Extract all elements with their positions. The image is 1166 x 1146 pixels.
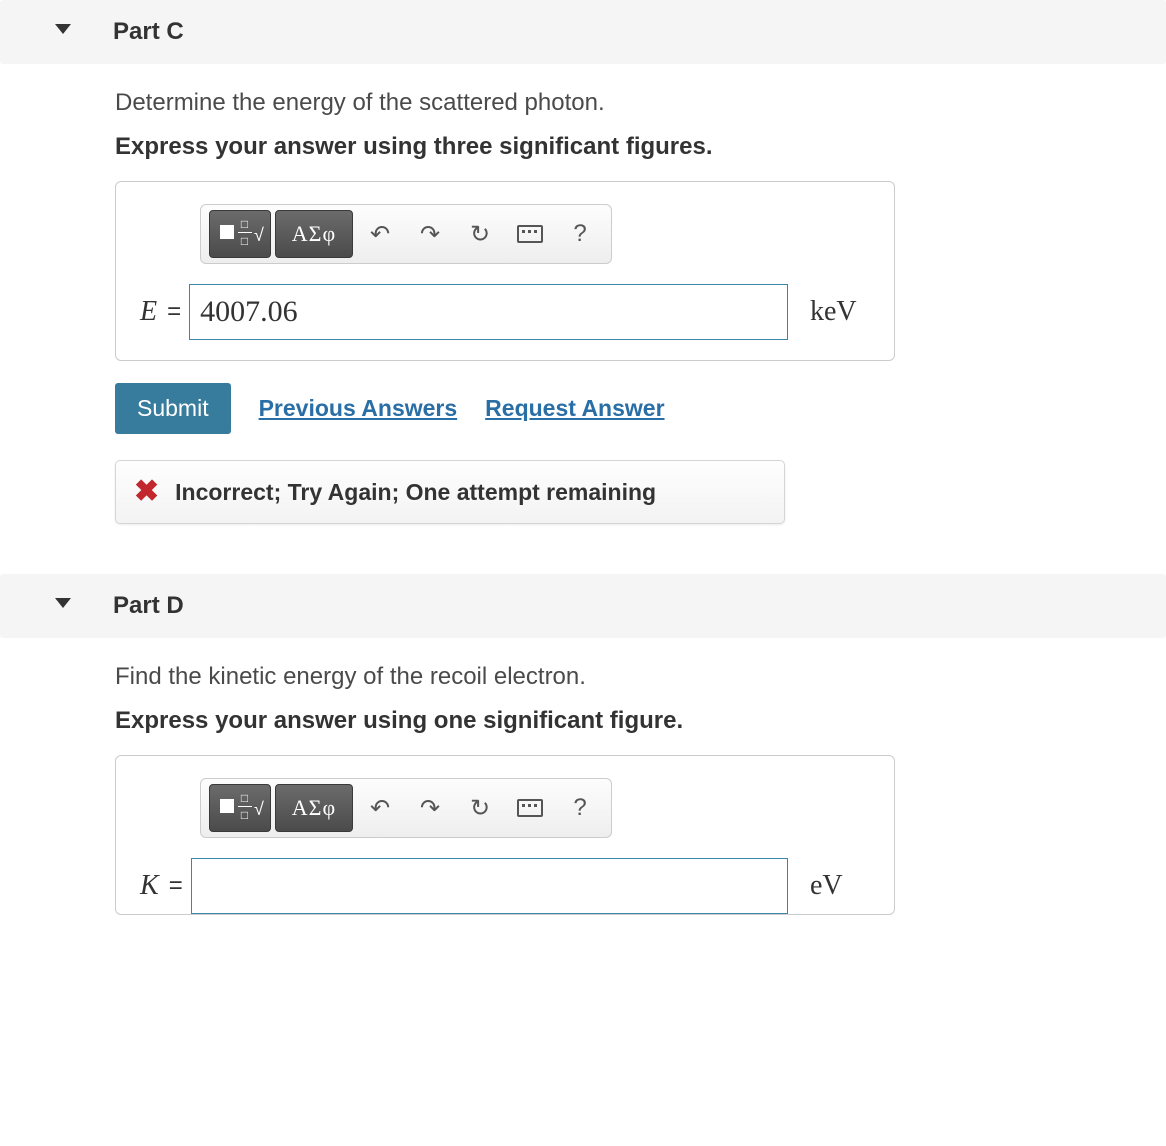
redo-button[interactable]: ↷: [407, 210, 453, 258]
caret-down-icon: [55, 598, 71, 608]
part-c-title: Part C: [113, 18, 184, 45]
part-d-instruction: Express your answer using one significan…: [115, 707, 1111, 735]
reset-icon: ↻: [470, 220, 490, 249]
incorrect-icon: ✖: [134, 477, 159, 507]
greek-button[interactable]: ΑΣφ: [275, 210, 353, 258]
part-c: Part C Determine the energy of the scatt…: [0, 0, 1166, 554]
keyboard-button[interactable]: [507, 210, 553, 258]
help-button[interactable]: ?: [557, 210, 603, 258]
keyboard-icon: [517, 225, 543, 243]
sqrt-icon: √: [254, 225, 265, 246]
fraction-icon: □□: [238, 217, 252, 248]
part-c-answer-box: □□ √ ΑΣφ ↶ ↷ ↻ ? E =: [115, 181, 895, 361]
redo-icon: ↷: [420, 794, 440, 823]
sqrt-icon: √: [254, 799, 265, 820]
undo-icon: ↶: [370, 794, 390, 823]
variable-label: E: [140, 296, 157, 328]
keyboard-button[interactable]: [507, 784, 553, 832]
previous-answers-link[interactable]: Previous Answers: [259, 395, 458, 422]
template-box-icon: [220, 225, 234, 239]
part-c-actions: Submit Previous Answers Request Answer: [115, 383, 1111, 434]
request-answer-link[interactable]: Request Answer: [485, 395, 664, 422]
unit-label: keV: [810, 296, 870, 328]
templates-button[interactable]: □□ √: [209, 210, 271, 258]
fraction-icon: □□: [238, 791, 252, 822]
template-box-icon: [220, 799, 234, 813]
equals-sign: =: [169, 872, 183, 900]
part-d-answer-line: K = eV: [140, 858, 870, 914]
equation-toolbar: □□ √ ΑΣφ ↶ ↷ ↻ ?: [200, 778, 612, 838]
part-d-header[interactable]: Part D: [0, 574, 1166, 638]
part-d: Part D Find the kinetic energy of the re…: [0, 574, 1166, 945]
equals-sign: =: [167, 298, 181, 326]
reset-button[interactable]: ↻: [457, 784, 503, 832]
feedback-message: Incorrect; Try Again; One attempt remain…: [175, 479, 656, 506]
part-d-answer-input[interactable]: [191, 858, 788, 914]
part-c-question: Determine the energy of the scattered ph…: [115, 89, 1111, 117]
part-c-body: Determine the energy of the scattered ph…: [0, 64, 1166, 554]
part-d-question: Find the kinetic energy of the recoil el…: [115, 663, 1111, 691]
variable-label: K: [140, 870, 159, 902]
feedback-box: ✖ Incorrect; Try Again; One attempt rema…: [115, 460, 785, 524]
reset-icon: ↻: [470, 794, 490, 823]
part-d-title: Part D: [113, 592, 184, 619]
part-c-header[interactable]: Part C: [0, 0, 1166, 64]
redo-icon: ↷: [420, 220, 440, 249]
undo-button[interactable]: ↶: [357, 784, 403, 832]
keyboard-icon: [517, 799, 543, 817]
equation-toolbar: □□ √ ΑΣφ ↶ ↷ ↻ ?: [200, 204, 612, 264]
submit-button[interactable]: Submit: [115, 383, 231, 434]
undo-icon: ↶: [370, 220, 390, 249]
greek-button[interactable]: ΑΣφ: [275, 784, 353, 832]
undo-button[interactable]: ↶: [357, 210, 403, 258]
part-c-answer-line: E = keV: [140, 284, 870, 340]
caret-down-icon: [55, 24, 71, 34]
redo-button[interactable]: ↷: [407, 784, 453, 832]
part-d-body: Find the kinetic energy of the recoil el…: [0, 638, 1166, 945]
part-c-instruction: Express your answer using three signific…: [115, 133, 1111, 161]
templates-button[interactable]: □□ √: [209, 784, 271, 832]
reset-button[interactable]: ↻: [457, 210, 503, 258]
part-d-answer-box: □□ √ ΑΣφ ↶ ↷ ↻ ? K =: [115, 755, 895, 915]
part-c-answer-input[interactable]: [189, 284, 788, 340]
help-button[interactable]: ?: [557, 784, 603, 832]
unit-label: eV: [810, 870, 870, 902]
